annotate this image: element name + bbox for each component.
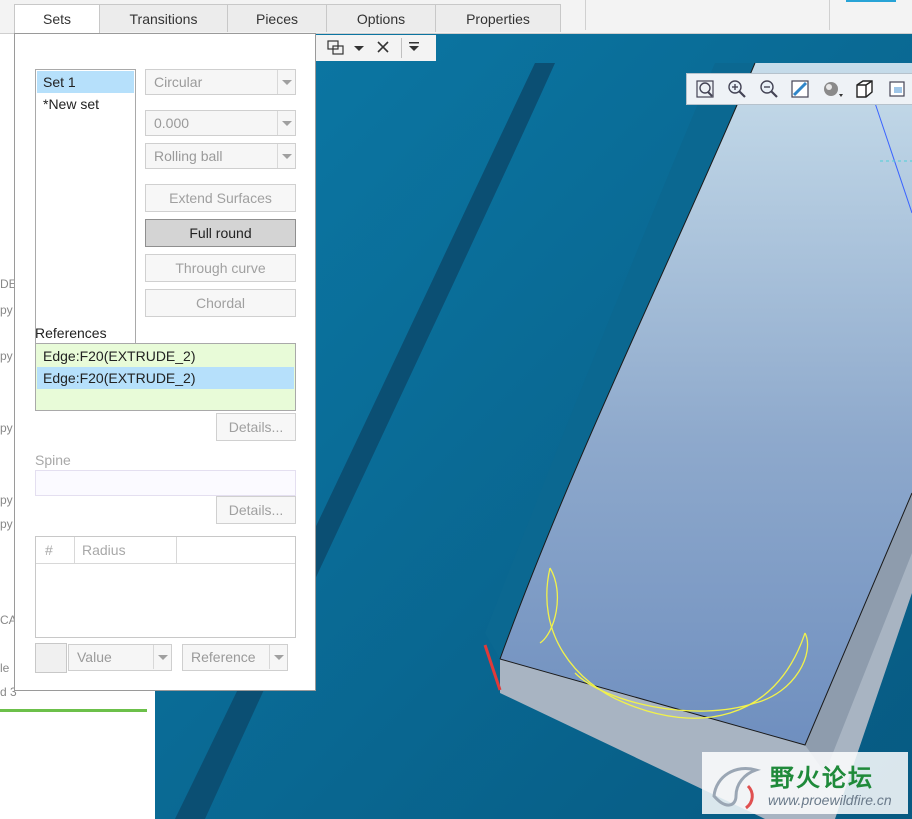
full-round-button[interactable]: Full round bbox=[145, 219, 296, 247]
chevron-down-icon bbox=[277, 111, 295, 135]
value-type-dropdown[interactable]: Value bbox=[68, 644, 172, 671]
reference-type-value: Reference bbox=[191, 649, 256, 665]
through-curve-button[interactable]: Through curve bbox=[145, 254, 296, 282]
close-preview-icon[interactable] bbox=[377, 41, 389, 53]
progress-bar bbox=[0, 709, 147, 712]
references-collector[interactable]: Edge:F20(EXTRUDE_2) Edge:F20(EXTRUDE_2) bbox=[35, 343, 296, 411]
view-toolbar bbox=[686, 73, 912, 105]
tab-pieces[interactable]: Pieces bbox=[227, 4, 327, 32]
tab-options[interactable]: Options bbox=[326, 4, 436, 32]
graphics-toolbar bbox=[316, 35, 436, 61]
col-header-index: # bbox=[45, 542, 53, 558]
creation-method-value: Rolling ball bbox=[154, 148, 223, 164]
chevron-down-icon bbox=[277, 70, 295, 94]
radius-value-dropdown[interactable]: 0.000 bbox=[145, 110, 296, 136]
watermark: 野火论坛 www.proewildfire.cn bbox=[702, 752, 908, 814]
watermark-title: 野火论坛 bbox=[770, 765, 874, 792]
col-header-radius: Radius bbox=[82, 542, 126, 558]
dashboard-tab-bar: Sets Transitions Pieces Options Properti… bbox=[0, 0, 912, 34]
creation-method-dropdown[interactable]: Rolling ball bbox=[145, 143, 296, 169]
references-label: References bbox=[35, 325, 107, 341]
more-options-icon[interactable] bbox=[409, 42, 419, 51]
reference-item-selected[interactable]: Edge:F20(EXTRUDE_2) bbox=[37, 367, 294, 389]
display-style-icon[interactable] bbox=[327, 40, 364, 55]
reference-item[interactable]: Edge:F20(EXTRUDE_2) bbox=[37, 345, 294, 367]
value-type-value: Value bbox=[77, 649, 112, 665]
watermark-url: www.proewildfire.cn bbox=[768, 792, 892, 808]
tab-properties[interactable]: Properties bbox=[435, 4, 561, 32]
tree-fragment: le bbox=[0, 661, 10, 675]
saved-orientations-icon[interactable] bbox=[885, 78, 909, 100]
spine-collector[interactable] bbox=[35, 470, 296, 496]
round-shape-value: Circular bbox=[154, 74, 203, 90]
repaint-icon[interactable] bbox=[789, 78, 813, 100]
radius-value: 0.000 bbox=[154, 115, 190, 131]
sets-list[interactable]: Set 1 *New set bbox=[35, 69, 136, 353]
tree-fragment: py bbox=[0, 493, 13, 507]
tree-fragment: py bbox=[0, 349, 13, 363]
display-style-cube-icon[interactable] bbox=[853, 78, 877, 100]
spine-details-button[interactable]: Details... bbox=[216, 496, 296, 524]
sets-panel: Set 1 *New set Circular 0.000 Rolling ba… bbox=[14, 33, 316, 691]
watermark-logo-icon bbox=[712, 767, 761, 810]
tab-sets[interactable]: Sets bbox=[14, 4, 100, 34]
extend-surfaces-button[interactable]: Extend Surfaces bbox=[145, 184, 296, 212]
refit-icon[interactable] bbox=[694, 78, 718, 100]
new-set-item[interactable]: *New set bbox=[37, 93, 134, 115]
color-swatch-button[interactable] bbox=[35, 643, 67, 673]
appearance-icon[interactable] bbox=[821, 78, 845, 100]
radius-table-header: # Radius bbox=[36, 537, 295, 564]
set-item[interactable]: Set 1 bbox=[37, 71, 134, 93]
reference-type-dropdown[interactable]: Reference bbox=[182, 644, 288, 671]
radius-table[interactable]: # Radius bbox=[35, 536, 296, 638]
chevron-down-icon bbox=[269, 645, 287, 669]
chordal-button[interactable]: Chordal bbox=[145, 289, 296, 317]
tree-fragment: py bbox=[0, 421, 13, 435]
references-details-button[interactable]: Details... bbox=[216, 413, 296, 441]
zoom-in-icon[interactable] bbox=[725, 78, 749, 100]
tree-fragment: py bbox=[0, 517, 13, 531]
chevron-down-icon bbox=[277, 144, 295, 168]
spine-label: Spine bbox=[35, 452, 71, 468]
tab-transitions[interactable]: Transitions bbox=[99, 4, 228, 32]
round-shape-dropdown[interactable]: Circular bbox=[145, 69, 296, 95]
zoom-out-icon[interactable] bbox=[757, 78, 781, 100]
tree-fragment: py bbox=[0, 303, 13, 317]
chevron-down-icon bbox=[153, 645, 171, 669]
